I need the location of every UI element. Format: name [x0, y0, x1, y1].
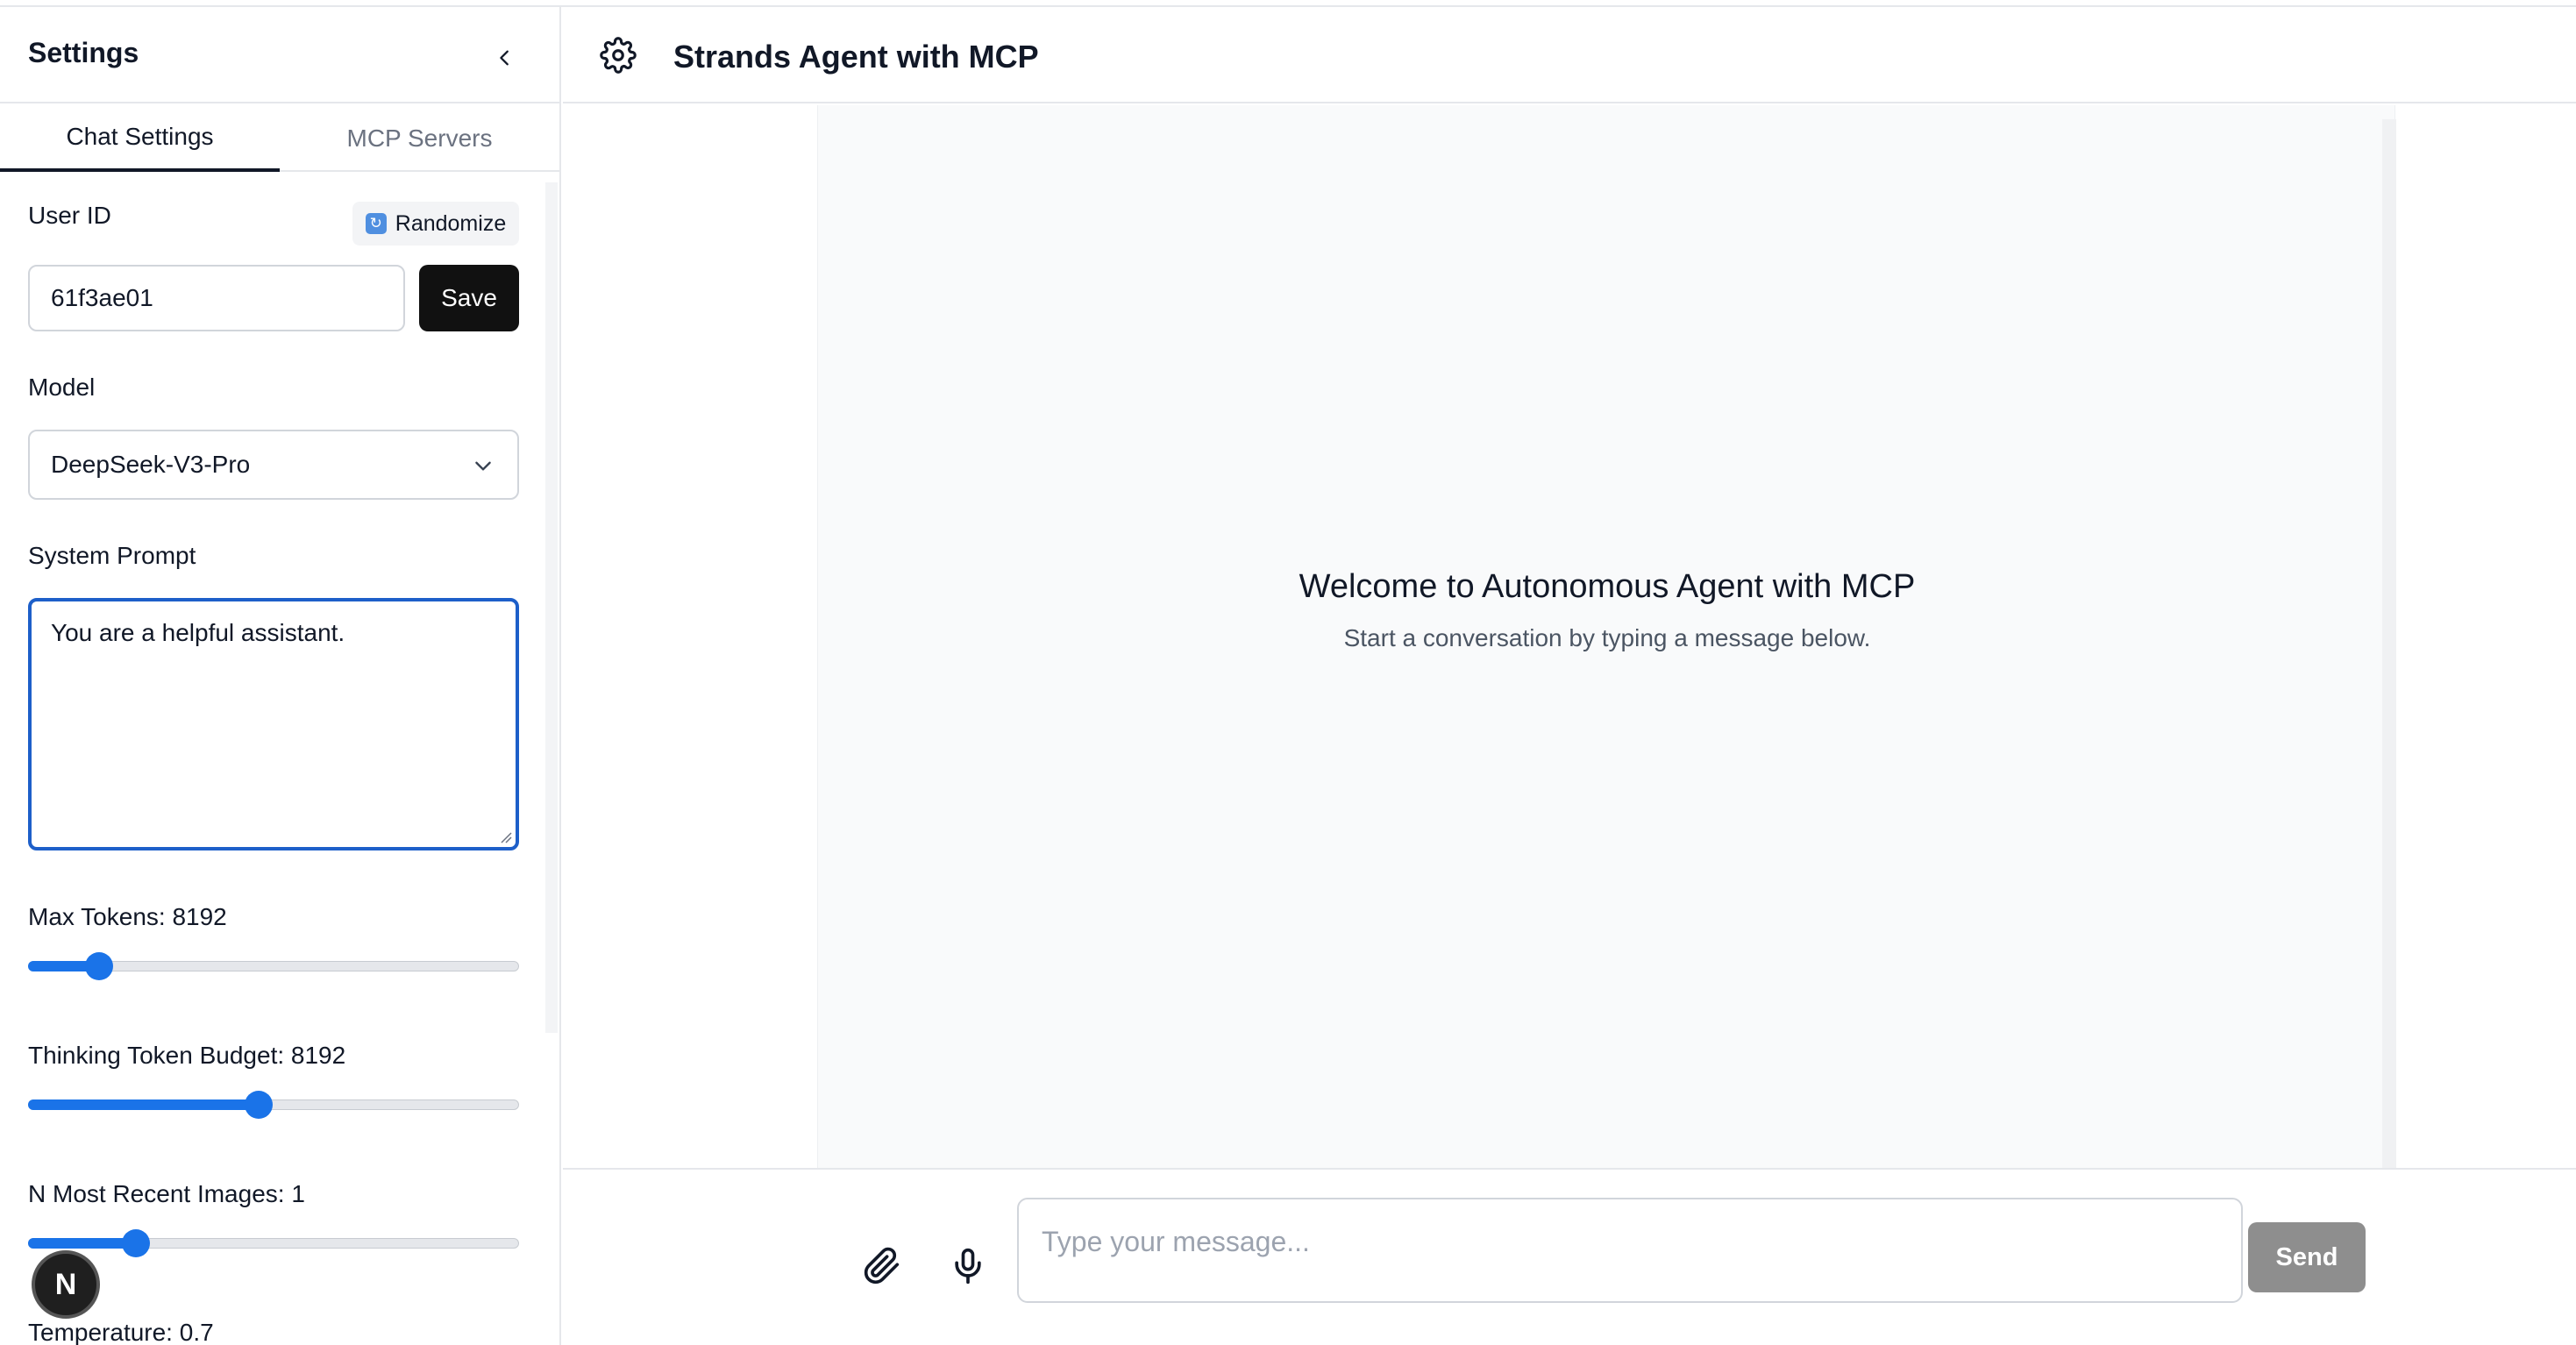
- system-prompt-textarea[interactable]: You are a helpful assistant.: [28, 598, 519, 850]
- chevron-down-icon: [475, 461, 491, 471]
- settings-sidebar: Settings Chat Settings MCP Servers User …: [0, 7, 561, 1345]
- chat-messages-area: Welcome to Autonomous Agent with MCP Sta…: [817, 105, 2396, 1168]
- collapse-sidebar-button[interactable]: [487, 40, 523, 75]
- max-tokens-slider[interactable]: [28, 952, 519, 982]
- save-button[interactable]: Save: [419, 265, 519, 331]
- sidebar-header: Settings: [0, 7, 559, 103]
- recent-images-label: N Most Recent Images: 1: [28, 1180, 305, 1207]
- slider-fill: [28, 1099, 259, 1110]
- microphone-icon[interactable]: [949, 1247, 987, 1285]
- sidebar-title: Settings: [28, 37, 139, 68]
- composer-bar: Type your message... Send: [563, 1168, 2576, 1345]
- slider-thumb[interactable]: [122, 1229, 150, 1257]
- thinking-budget-label: Thinking Token Budget: 8192: [28, 1042, 346, 1069]
- randomize-button[interactable]: ↻ Randomize: [352, 202, 519, 246]
- randomize-label: Randomize: [395, 210, 507, 236]
- user-id-input[interactable]: 61f3ae01: [28, 265, 405, 331]
- gear-icon[interactable]: [600, 37, 637, 74]
- system-prompt-text: You are a helpful assistant.: [51, 619, 345, 646]
- recent-images-slider[interactable]: [28, 1229, 519, 1259]
- refresh-icon: ↻: [365, 213, 387, 234]
- window-top-border: [0, 0, 2576, 7]
- model-selected-value: DeepSeek-V3-Pro: [51, 451, 251, 478]
- settings-tabs: Chat Settings MCP Servers: [0, 105, 559, 172]
- main-panel: Strands Agent with MCP Welcome to Autono…: [563, 7, 2576, 1345]
- page-title: Strands Agent with MCP: [673, 39, 1039, 75]
- paperclip-icon[interactable]: [863, 1247, 901, 1285]
- model-label: Model: [28, 374, 96, 401]
- thinking-budget-slider[interactable]: [28, 1091, 519, 1121]
- user-id-label: User ID: [28, 202, 111, 229]
- model-select[interactable]: DeepSeek-V3-Pro: [28, 430, 519, 500]
- tab-chat-settings[interactable]: Chat Settings: [0, 105, 280, 172]
- system-prompt-label: System Prompt: [28, 542, 196, 569]
- slider-thumb[interactable]: [85, 952, 113, 980]
- resize-handle-icon[interactable]: [500, 831, 512, 843]
- temperature-label: Temperature: 0.7: [28, 1319, 214, 1345]
- main-header: Strands Agent with MCP: [563, 7, 2576, 103]
- slider-fill: [28, 1238, 136, 1249]
- welcome-title: Welcome to Autonomous Agent with MCP: [1299, 568, 1916, 605]
- max-tokens-label: Max Tokens: 8192: [28, 903, 227, 930]
- nextjs-dev-badge[interactable]: N: [32, 1250, 100, 1319]
- sidebar-scrollbar[interactable]: [545, 182, 558, 1033]
- welcome-subtitle: Start a conversation by typing a message…: [1343, 624, 1871, 651]
- slider-thumb[interactable]: [245, 1091, 273, 1119]
- chevron-left-icon: [500, 50, 509, 66]
- send-button[interactable]: Send: [2248, 1222, 2366, 1292]
- tab-mcp-servers[interactable]: MCP Servers: [280, 105, 559, 172]
- message-input[interactable]: Type your message...: [1017, 1198, 2243, 1303]
